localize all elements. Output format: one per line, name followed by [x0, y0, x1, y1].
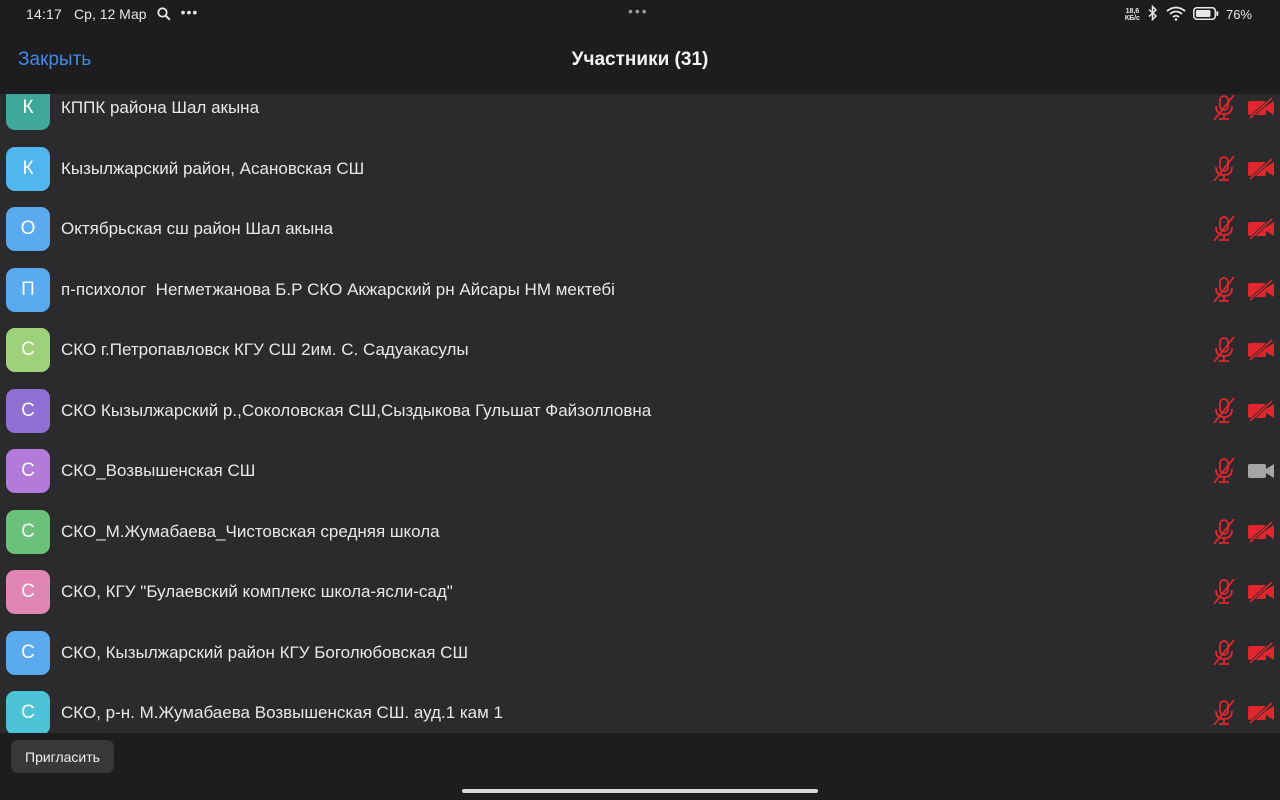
participant-name: СКО, р-н. М.Жумабаева Возвышенская СШ. а…	[61, 703, 503, 722]
participant-name: СКО_Возвышенская СШ	[61, 461, 256, 480]
video-off-icon[interactable]	[1247, 520, 1275, 544]
participant-row[interactable]: К КППК района Шал акына	[0, 94, 1280, 138]
mic-muted-icon[interactable]	[1211, 699, 1237, 727]
clock: 14:17	[26, 6, 63, 22]
mic-muted-icon[interactable]	[1211, 276, 1237, 304]
participant-row[interactable]: С СКО, р-н. М.Жумабаева Возвышенская СШ. …	[0, 683, 1280, 733]
avatar: К	[6, 94, 50, 130]
status-bar: 14:17 Ср, 12 Мар ••• ••• 18,6 КБ/с 76%	[0, 0, 1280, 28]
page-title: Участники (31)	[571, 49, 709, 70]
video-off-icon[interactable]	[1247, 701, 1275, 725]
participant-row[interactable]: С СКО_М.Жумабаева_Чистовская средняя школ…	[0, 502, 1280, 562]
participant-name: СКО_М.Жумабаева_Чистовская средняя школа	[61, 522, 440, 541]
battery-percent: 76%	[1225, 7, 1252, 22]
bluetooth-icon	[1147, 4, 1159, 24]
mic-muted-icon[interactable]	[1211, 155, 1237, 183]
participant-name: СКО Кызылжарский р.,Соколовская СШ,Сызды…	[61, 401, 652, 420]
video-on-icon[interactable]	[1247, 460, 1275, 482]
home-indicator[interactable]	[462, 789, 818, 793]
avatar: С	[6, 389, 50, 433]
participant-row[interactable]: Пп-психолог Негметжанова Б.Р СКО Акжарск…	[0, 260, 1280, 320]
video-off-icon[interactable]	[1247, 278, 1275, 302]
avatar: О	[6, 207, 50, 251]
avatar: С	[6, 328, 50, 372]
mic-muted-icon[interactable]	[1211, 457, 1237, 485]
participant-row[interactable]: С СКО_Возвышенская СШ	[0, 441, 1280, 501]
mic-muted-icon[interactable]	[1211, 639, 1237, 667]
multiwindow-handle[interactable]: •••	[628, 3, 649, 19]
mic-muted-icon[interactable]	[1211, 578, 1237, 606]
mic-muted-icon[interactable]	[1211, 518, 1237, 546]
battery-icon	[1193, 6, 1219, 23]
network-speed: 18,6 КБ/с	[1124, 7, 1140, 22]
navigation-area	[0, 781, 1280, 800]
avatar: С	[6, 570, 50, 614]
date: Ср, 12 Мар	[74, 6, 147, 22]
participant-row[interactable]: С СКО, Кызылжарский район КГУ Боголюбовск…	[0, 623, 1280, 683]
avatar: К	[6, 147, 50, 191]
status-overflow-icon: •••	[180, 4, 199, 20]
video-off-icon[interactable]	[1247, 641, 1275, 665]
mic-muted-icon[interactable]	[1211, 397, 1237, 425]
participant-name: СКО г.Петропавловск КГУ СШ 2им. С. Садуа…	[61, 340, 469, 359]
video-off-icon[interactable]	[1247, 96, 1275, 120]
participant-name: КППК района Шал акына	[61, 98, 260, 117]
avatar: С	[6, 510, 50, 554]
video-off-icon[interactable]	[1247, 157, 1275, 181]
search-icon	[156, 7, 171, 21]
mic-muted-icon[interactable]	[1211, 94, 1237, 122]
mic-muted-icon[interactable]	[1211, 215, 1237, 243]
participant-name: Кызылжарский район, Асановская СШ	[61, 159, 365, 178]
avatar: С	[6, 631, 50, 675]
video-off-icon[interactable]	[1247, 399, 1275, 423]
video-off-icon[interactable]	[1247, 338, 1275, 362]
participants-list[interactable]: К КППК района Шал акына К Кызылжарский райо…	[0, 94, 1280, 733]
mic-muted-icon[interactable]	[1211, 336, 1237, 364]
video-off-icon[interactable]	[1247, 580, 1275, 604]
avatar: П	[6, 268, 50, 312]
participant-row[interactable]: С СКО г.Петропавловск КГУ СШ 2им. С. Саду…	[0, 320, 1280, 380]
participant-name: п-психолог Негметжанова Б.Р СКО Акжарски…	[61, 280, 615, 299]
participants-header: Закрыть Участники (31)	[0, 28, 1280, 94]
avatar: С	[6, 449, 50, 493]
participant-row[interactable]: С СКО Кызылжарский р.,Соколовская СШ,Сызд…	[0, 381, 1280, 441]
participant-row[interactable]: О Октябрьская сш район Шал акына	[0, 199, 1280, 259]
participants-footer: Пригласить	[0, 733, 1280, 781]
participant-name: СКО, Кызылжарский район КГУ Боголюбовска…	[61, 643, 469, 662]
invite-button[interactable]: Пригласить	[11, 740, 114, 773]
wifi-icon	[1166, 6, 1186, 24]
participant-name: СКО, КГУ "Булаевский комплекс школа-ясли…	[61, 582, 453, 601]
video-off-icon[interactable]	[1247, 217, 1275, 241]
participant-row[interactable]: С СКО, КГУ "Булаевский комплекс школа-ясл…	[0, 562, 1280, 622]
participant-name: Октябрьская сш район Шал акына	[61, 219, 334, 238]
participant-row[interactable]: К Кызылжарский район, Асановская СШ	[0, 139, 1280, 199]
avatar: С	[6, 691, 50, 733]
